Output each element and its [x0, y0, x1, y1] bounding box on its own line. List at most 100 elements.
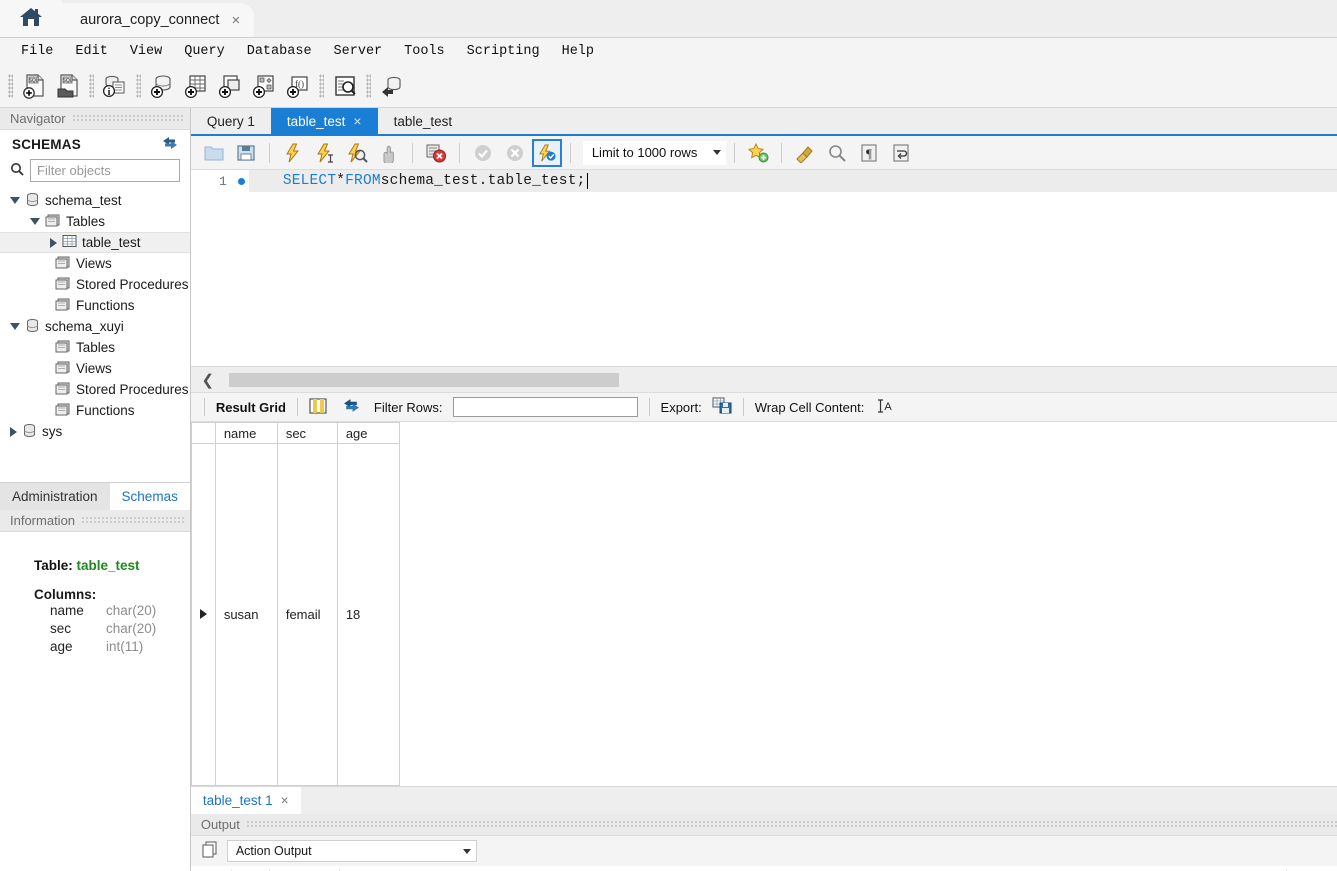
- chevron-down-icon[interactable]: [10, 323, 20, 330]
- tab-schemas[interactable]: Schemas: [109, 483, 190, 510]
- information-column-row: age int(11): [34, 638, 190, 656]
- menu-item-query[interactable]: Query: [173, 42, 236, 61]
- tree-node-label: sys: [42, 424, 63, 439]
- scroll-left-icon[interactable]: ❮: [199, 371, 217, 389]
- save-script-button[interactable]: [231, 139, 261, 167]
- statement-marker-icon: [235, 177, 249, 185]
- sql-editor[interactable]: 1 SELECT * FROM schema_test.table_test;: [190, 170, 1337, 366]
- beautify-sql-button[interactable]: [790, 139, 820, 167]
- menubar: File Edit View Query Database Server Too…: [0, 38, 1337, 64]
- menu-item-file[interactable]: File: [10, 42, 64, 61]
- tree-node-tables[interactable]: Tables: [6, 337, 190, 358]
- scrollbar-thumb[interactable]: [228, 372, 619, 387]
- export-icon[interactable]: [712, 397, 732, 417]
- chevron-down-icon[interactable]: [30, 218, 40, 225]
- tree-node-functions[interactable]: Functions: [6, 295, 190, 316]
- table-row[interactable]: susan femail 18: [190, 443, 400, 786]
- toggle-autocommit-button[interactable]: [531, 138, 562, 167]
- tree-node-functions[interactable]: Functions: [6, 400, 190, 421]
- new-sql-tab-button[interactable]: SQL: [17, 69, 51, 103]
- close-icon[interactable]: ×: [281, 793, 289, 808]
- toolbar-separator: [203, 398, 205, 416]
- inspector-button[interactable]: [328, 69, 362, 103]
- menu-item-server[interactable]: Server: [323, 42, 394, 61]
- filter-objects-input[interactable]: Filter objects: [30, 159, 180, 182]
- close-icon[interactable]: ×: [353, 113, 361, 129]
- row-limit-select[interactable]: Limit to 1000 rows: [582, 140, 727, 165]
- schemas-title: SCHEMAS: [12, 137, 81, 152]
- menu-item-view[interactable]: View: [119, 42, 173, 61]
- editor-horizontal-scrollbar[interactable]: ❮ ❯: [190, 366, 1337, 392]
- tree-node-stored-procedures[interactable]: Stored Procedures: [6, 274, 190, 295]
- refresh-icon[interactable]: [343, 398, 360, 416]
- open-script-button[interactable]: [199, 139, 229, 167]
- menu-item-database[interactable]: Database: [236, 42, 323, 61]
- line-number: 1: [219, 173, 227, 189]
- grid-view-icon[interactable]: [309, 397, 327, 417]
- tree-node-tables[interactable]: Tables: [6, 211, 190, 232]
- commit-button[interactable]: [468, 139, 498, 167]
- cell-age[interactable]: 18: [336, 443, 400, 786]
- output-type-select[interactable]: Action Output: [226, 840, 477, 862]
- column-header-name[interactable]: name: [214, 422, 278, 444]
- find-button[interactable]: [822, 139, 852, 167]
- execute-current-statement-button[interactable]: [310, 139, 340, 167]
- tab-query-1[interactable]: Query 1: [191, 108, 271, 134]
- refresh-icon[interactable]: [162, 136, 178, 153]
- result-set-tab[interactable]: table_test 1 ×: [190, 786, 301, 815]
- chevron-right-icon[interactable]: [10, 426, 17, 437]
- sql-statement-text[interactable]: SELECT * FROM schema_test.table_test;: [248, 170, 1337, 192]
- tree-node-sys[interactable]: sys: [6, 421, 190, 442]
- column-header-sec[interactable]: sec: [276, 422, 338, 444]
- menu-item-tools[interactable]: Tools: [393, 42, 456, 61]
- chevron-down-icon[interactable]: [10, 197, 20, 204]
- execute-statement-button[interactable]: [278, 139, 308, 167]
- column-name: age: [50, 639, 73, 654]
- menu-item-help[interactable]: Help: [551, 42, 605, 61]
- stop-on-error-button[interactable]: [421, 139, 451, 167]
- row-marker-cell[interactable]: [190, 443, 216, 786]
- close-icon[interactable]: ×: [231, 12, 240, 29]
- create-schema-button[interactable]: [145, 69, 179, 103]
- text-cursor: [586, 173, 588, 189]
- open-sql-script-button[interactable]: SQL: [51, 69, 85, 103]
- tab-administration[interactable]: Administration: [0, 483, 110, 510]
- tree-node-table_test[interactable]: table_test: [0, 232, 190, 253]
- information-table-name: table_test: [76, 558, 140, 573]
- create-view-button[interactable]: [213, 69, 247, 103]
- menu-item-scripting[interactable]: Scripting: [456, 42, 551, 61]
- explain-statement-button[interactable]: [342, 139, 372, 167]
- tree-node-views[interactable]: Views: [6, 253, 190, 274]
- chevron-down-icon[interactable]: [462, 848, 471, 854]
- rollback-button[interactable]: [500, 139, 530, 167]
- chevron-right-icon[interactable]: [50, 237, 57, 248]
- tab-table_test-active[interactable]: table_test ×: [270, 108, 378, 134]
- add-snippet-button[interactable]: [743, 139, 773, 167]
- create-function-button[interactable]: f(): [281, 69, 315, 103]
- output-pages-icon[interactable]: [201, 840, 219, 862]
- filter-rows-input[interactable]: [452, 397, 638, 417]
- menu-item-edit[interactable]: Edit: [64, 42, 118, 61]
- stop-execution-button[interactable]: [374, 139, 404, 167]
- export-label: Export:: [660, 399, 702, 415]
- folder-icon: [55, 381, 71, 398]
- wrap-text-icon[interactable]: A: [876, 398, 894, 417]
- reconnect-server-button[interactable]: [375, 69, 409, 103]
- create-procedure-button[interactable]: [247, 69, 281, 103]
- column-header-age[interactable]: age: [336, 422, 400, 444]
- tree-node-schema_xuyi[interactable]: schema_xuyi: [6, 316, 190, 337]
- scrollbar-track[interactable]: [217, 372, 1337, 387]
- cell-name[interactable]: susan: [214, 443, 278, 786]
- chevron-down-icon[interactable]: [713, 150, 722, 155]
- connection-tab[interactable]: aurora_copy_connect ×: [62, 3, 255, 37]
- tree-node-schema_test[interactable]: schema_test: [6, 190, 190, 211]
- connection-info-button[interactable]: i: [98, 69, 132, 103]
- toggle-word-wrap-button[interactable]: [886, 139, 916, 167]
- tab-table_test-2[interactable]: table_test: [378, 108, 469, 134]
- tree-node-stored-procedures[interactable]: Stored Procedures: [6, 379, 190, 400]
- tree-node-views[interactable]: Views: [6, 358, 190, 379]
- home-tab-button[interactable]: [0, 0, 62, 37]
- cell-sec[interactable]: femail: [276, 443, 338, 786]
- create-table-button[interactable]: [179, 69, 213, 103]
- toggle-invisible-chars-button[interactable]: ¶: [854, 139, 884, 167]
